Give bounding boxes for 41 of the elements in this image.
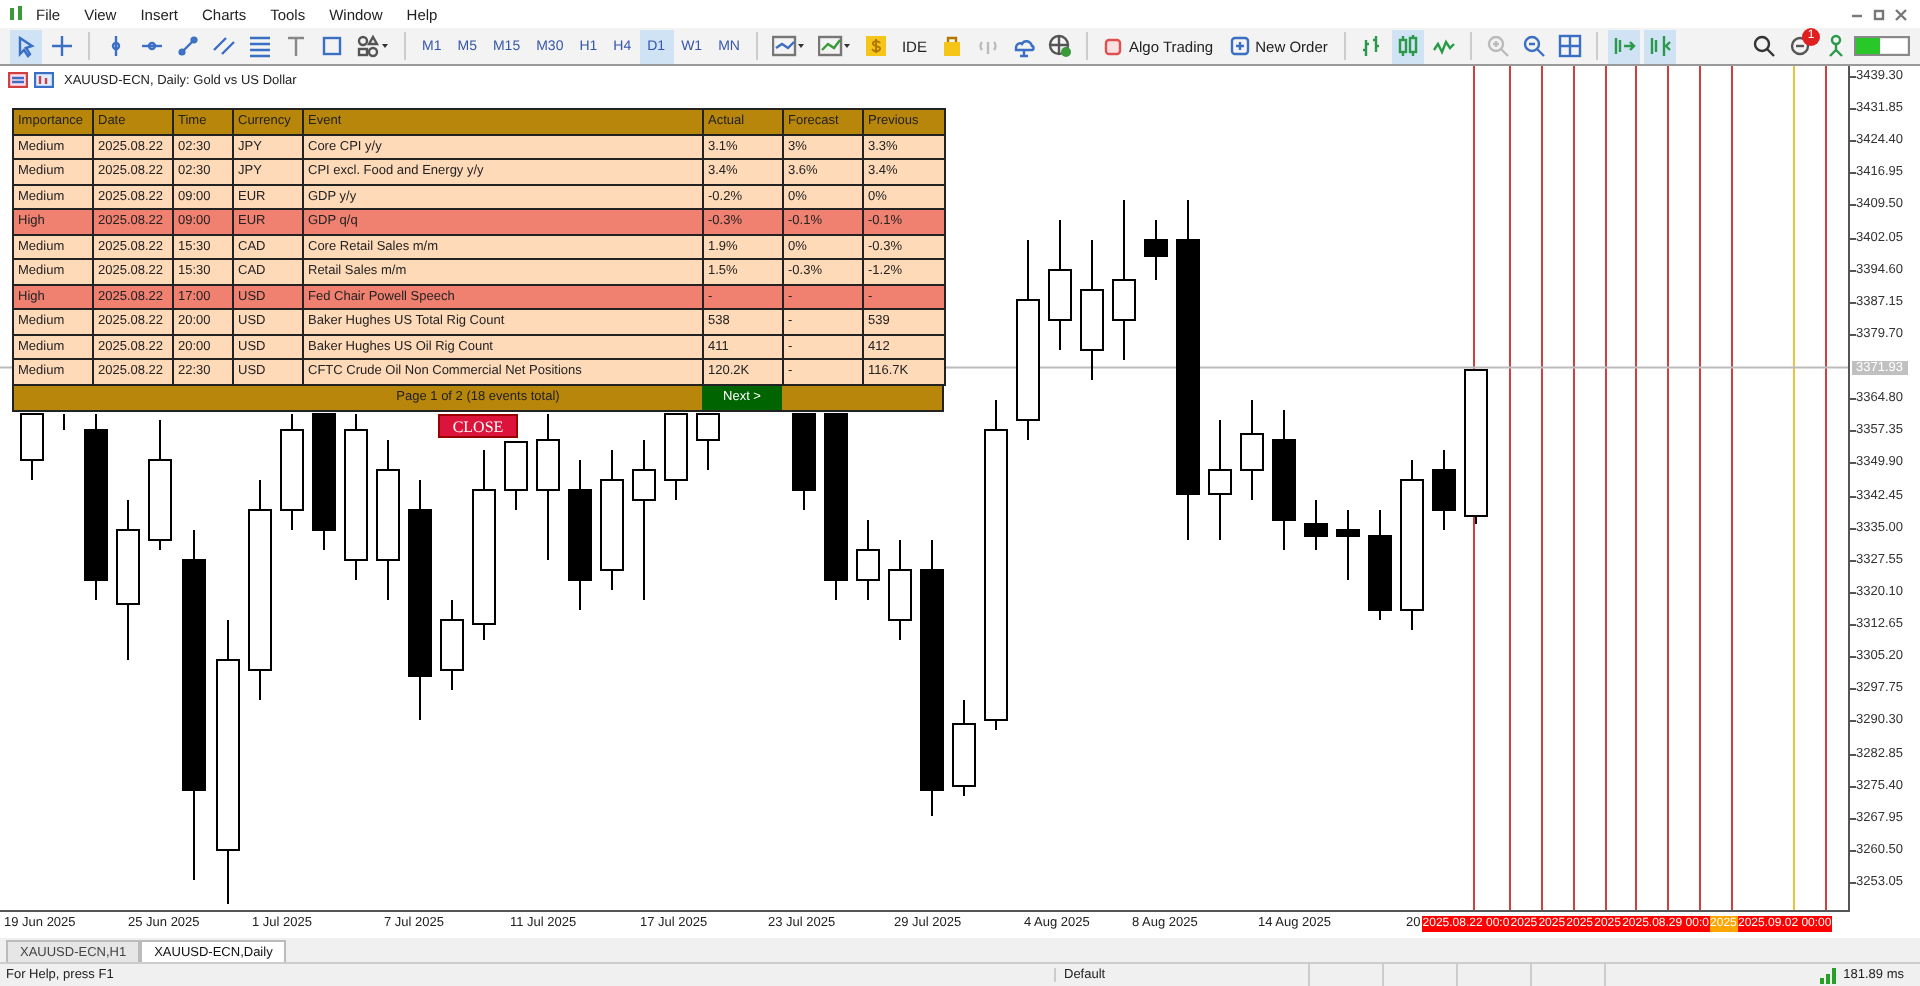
globe-icon[interactable] [1044,29,1077,63]
plus-icon [1229,36,1250,56]
candlestick [63,413,65,431]
cursor-icon[interactable] [10,29,42,63]
app-logo-icon [8,4,24,24]
connection-bar-icon [1854,36,1910,56]
candlestick [952,699,976,797]
candlestick [1336,509,1360,581]
candlestick [312,413,336,551]
restore-icon[interactable] [1872,7,1886,21]
candlestick [664,413,688,501]
candlestick [1304,499,1328,551]
candlestick [696,413,720,471]
candlestick [600,449,624,591]
candlestick [504,441,528,511]
candlestick [1080,239,1104,381]
table-icon [8,72,28,88]
candlestick [1240,399,1264,501]
candlestick [1208,419,1232,541]
candlestick-icon[interactable] [1391,29,1424,63]
candlestick [440,599,464,691]
candlestick [280,413,304,531]
shapes-icon[interactable] [352,29,394,63]
candlestick [20,413,44,481]
stop-icon [1104,37,1123,55]
chart-window-icon [34,72,54,88]
candlestick [888,539,912,641]
candlestick [1272,409,1296,551]
close-icon[interactable] [1894,7,1908,21]
candlestick [1144,219,1168,281]
auto-scroll-icon[interactable] [1607,29,1640,63]
candlestick [856,519,880,601]
close-button[interactable]: CLOSE [438,414,518,438]
candlestick [792,413,816,511]
chart-shift-icon[interactable] [1643,29,1676,63]
signal-bars-icon [1819,967,1838,983]
candlestick [148,419,172,551]
grid-icon[interactable] [1553,29,1586,63]
candlestick [1048,219,1072,351]
candlestick [1368,509,1392,621]
candlestick [1432,449,1456,531]
